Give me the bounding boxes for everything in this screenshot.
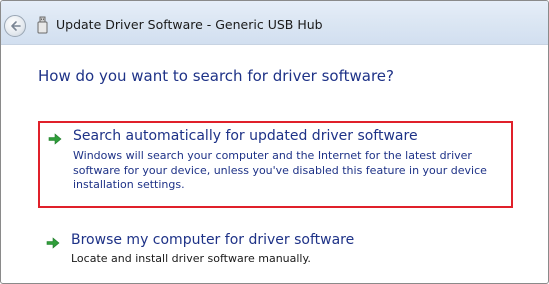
title-bar: Update Driver Software - Generic USB Hub [1,1,548,45]
green-arrow-icon [46,237,60,249]
green-arrow-icon [48,133,62,145]
browse-computer-option[interactable]: Browse my computer for driver software L… [38,229,513,273]
option-title: Search automatically for updated driver … [73,128,418,144]
option-description: Locate and install driver software manua… [71,252,311,265]
option-description: Windows will search your computer and th… [73,149,487,191]
window-title: Update Driver Software - Generic USB Hub [56,17,323,32]
usb-device-icon [37,16,48,34]
dialog-window: Update Driver Software - Generic USB Hub… [0,0,549,284]
search-automatically-option[interactable]: Search automatically for updated driver … [38,121,513,208]
back-button[interactable] [4,15,26,37]
page-heading: How do you want to search for driver sof… [38,67,394,85]
option-title: Browse my computer for driver software [71,232,355,248]
back-arrow-icon [11,21,21,31]
